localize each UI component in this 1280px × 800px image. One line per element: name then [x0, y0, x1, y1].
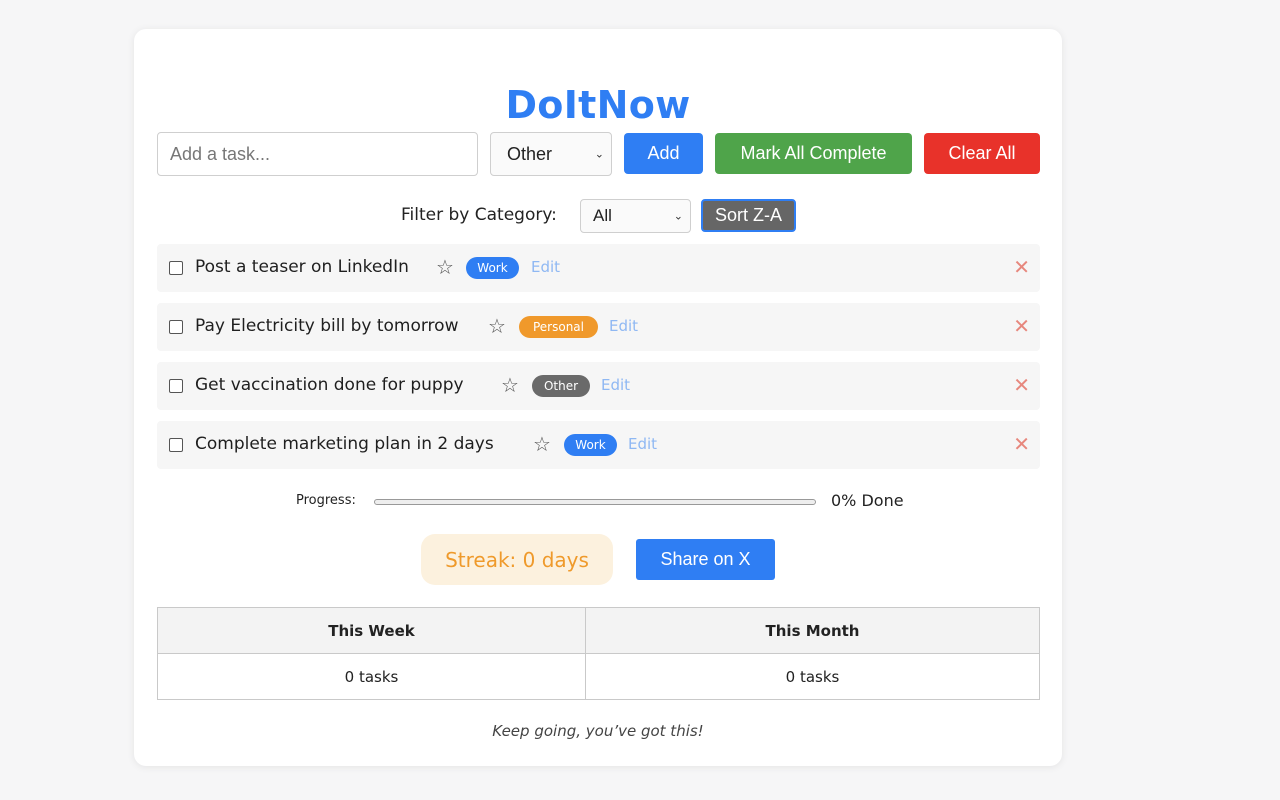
progress-text: 0% Done — [831, 491, 904, 510]
stats-header-week: This Week — [157, 607, 586, 654]
star-icon[interactable]: ☆ — [488, 314, 506, 338]
share-on-x-button[interactable]: Share on X — [636, 539, 775, 580]
delete-icon[interactable]: ✕ — [1013, 255, 1030, 279]
edit-link[interactable]: Edit — [531, 258, 560, 276]
chevron-down-icon: ⌄ — [594, 148, 604, 161]
star-icon[interactable]: ☆ — [533, 432, 551, 456]
app-title: DoItNow — [505, 83, 691, 127]
star-icon[interactable]: ☆ — [436, 255, 454, 279]
task-checkbox[interactable] — [169, 438, 183, 452]
task-item: Get vaccination done for puppy ☆ Other E… — [157, 362, 1040, 410]
mark-all-complete-button[interactable]: Mark All Complete — [715, 133, 912, 174]
delete-icon[interactable]: ✕ — [1013, 432, 1030, 456]
star-icon[interactable]: ☆ — [501, 373, 519, 397]
streak-badge: Streak: 0 days — [421, 534, 613, 585]
category-select-value: Other — [507, 143, 553, 164]
filter-select-value: All — [593, 206, 612, 225]
task-input[interactable] — [157, 132, 478, 176]
task-item: Post a teaser on LinkedIn ☆ Work Edit ✕ — [157, 244, 1040, 292]
add-button[interactable]: Add — [624, 133, 703, 174]
stats-value-row: 0 tasks 0 tasks — [157, 653, 1040, 700]
category-badge: Other — [532, 375, 590, 397]
edit-link[interactable]: Edit — [601, 376, 630, 394]
task-text: Post a teaser on LinkedIn — [195, 257, 409, 277]
todo-card: DoItNow Other ⌄ Add Mark All Complete Cl… — [134, 29, 1062, 766]
filter-row: Filter by Category: All ⌄ Sort Z-A — [134, 199, 1062, 233]
filter-select[interactable]: All ⌄ — [580, 199, 691, 233]
filter-label: Filter by Category: — [401, 205, 557, 225]
stats-value-month: 0 tasks — [585, 653, 1040, 700]
task-text: Pay Electricity bill by tomorrow — [195, 316, 459, 336]
stats-table: This Week This Month 0 tasks 0 tasks — [157, 607, 1040, 700]
category-badge: Work — [564, 434, 617, 456]
motto-text: Keep going, you’ve got this! — [492, 722, 704, 740]
delete-icon[interactable]: ✕ — [1013, 314, 1030, 338]
category-badge: Personal — [519, 316, 598, 338]
progress-bar — [374, 499, 816, 505]
category-badge: Work — [466, 257, 519, 279]
sort-button[interactable]: Sort Z-A — [701, 199, 796, 232]
category-select[interactable]: Other ⌄ — [490, 132, 612, 176]
task-checkbox[interactable] — [169, 379, 183, 393]
stats-header-row: This Week This Month — [157, 607, 1040, 654]
task-item: Complete marketing plan in 2 days ☆ Work… — [157, 421, 1040, 469]
edit-link[interactable]: Edit — [628, 435, 657, 453]
progress-label: Progress: — [296, 493, 356, 508]
task-checkbox[interactable] — [169, 261, 183, 275]
task-text: Get vaccination done for puppy — [195, 375, 464, 395]
task-item: Pay Electricity bill by tomorrow ☆ Perso… — [157, 303, 1040, 351]
edit-link[interactable]: Edit — [609, 317, 638, 335]
stats-value-week: 0 tasks — [157, 653, 586, 700]
task-checkbox[interactable] — [169, 320, 183, 334]
task-text: Complete marketing plan in 2 days — [195, 434, 494, 454]
chevron-down-icon: ⌄ — [673, 210, 683, 223]
clear-all-button[interactable]: Clear All — [924, 133, 1040, 174]
stats-header-month: This Month — [585, 607, 1040, 654]
delete-icon[interactable]: ✕ — [1013, 373, 1030, 397]
